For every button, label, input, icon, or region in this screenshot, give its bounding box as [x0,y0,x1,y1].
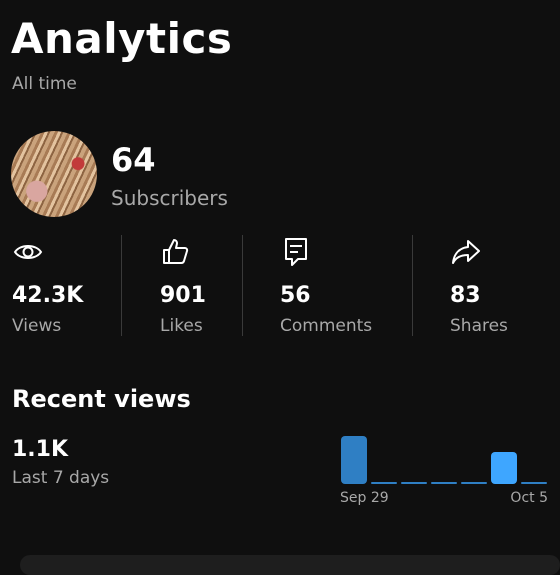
chart-bar[interactable] [491,452,517,484]
chart-bar[interactable] [431,482,457,484]
stat-label: Views [12,316,62,336]
x-axis-end-label: Oct 5 [510,490,548,506]
stat-comments[interactable]: 56 Comments [280,236,372,336]
recent-views-period: Last 7 days [12,468,110,488]
stat-label: Shares [450,316,508,336]
stat-likes[interactable]: 901 Likes [160,236,206,336]
recent-views-value: 1.1K [12,437,69,462]
stat-label: Likes [160,316,203,336]
stat-value: 56 [280,283,311,308]
comment-icon [285,238,307,266]
stat-value: 901 [160,283,206,308]
share-icon [452,240,480,264]
chart-bar[interactable] [371,482,397,484]
subscriber-count: 64 [111,141,156,179]
recent-views-title: Recent views [12,385,191,413]
chart-bar[interactable] [341,436,367,484]
bottom-card[interactable] [20,555,560,575]
stat-divider [242,235,243,336]
channel-avatar[interactable] [11,131,97,217]
chart-bar[interactable] [401,482,427,484]
x-axis-start-label: Sep 29 [340,490,389,506]
stat-shares[interactable]: 83 Shares [450,236,508,336]
recent-views-chart[interactable]: Sep 29 Oct 5 [338,428,550,518]
stat-divider [121,235,122,336]
time-range-label[interactable]: All time [12,74,77,94]
stat-label: Comments [280,316,373,336]
chart-bar[interactable] [461,482,487,484]
stat-value: 42.3K [12,283,84,308]
chart-bar[interactable] [521,482,547,484]
eye-icon [13,245,43,259]
stat-views[interactable]: 42.3K Views [12,236,83,336]
subscriber-label: Subscribers [111,186,228,210]
page-title: Analytics [11,14,233,63]
stat-divider [412,235,413,336]
thumbs-up-icon [163,239,189,264]
stat-value: 83 [450,283,481,308]
